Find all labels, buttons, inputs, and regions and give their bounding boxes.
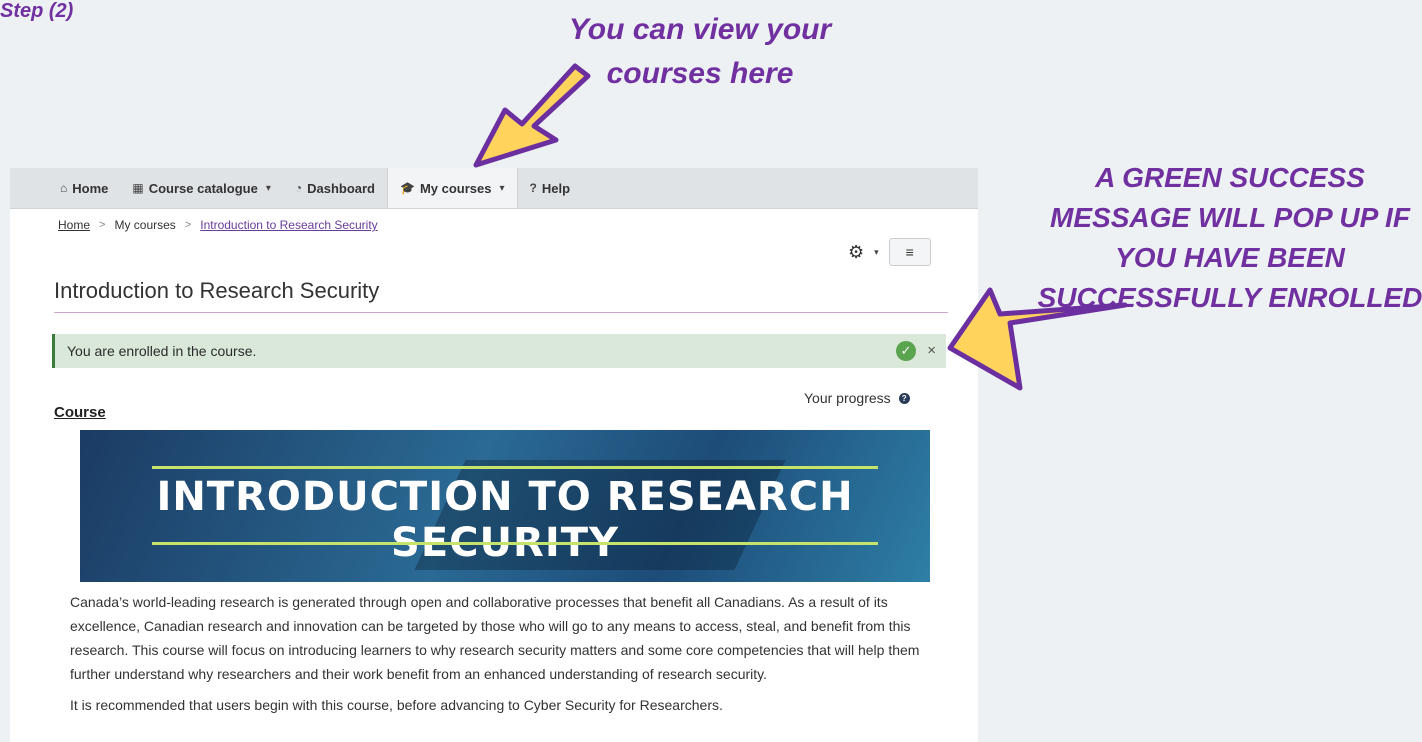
- success-alert: You are enrolled in the course. ✓ ×: [52, 334, 946, 368]
- nav-label: Dashboard: [307, 180, 375, 196]
- nav-my-courses[interactable]: 🎓 My courses ▾: [387, 168, 518, 208]
- question-icon: ?: [529, 181, 537, 195]
- chevron-down-icon: ▾: [265, 182, 271, 194]
- alert-message: You are enrolled in the course.: [67, 343, 257, 359]
- breadcrumb-separator: >: [99, 219, 106, 231]
- gear-icon[interactable]: ⚙: [848, 242, 864, 263]
- breadcrumb-home[interactable]: Home: [58, 218, 90, 232]
- banner-top-line: [152, 466, 878, 469]
- check-circle-icon: ✓: [896, 341, 916, 361]
- description-paragraph: Canada’s world-leading research is gener…: [70, 594, 920, 682]
- nav-dashboard[interactable]: ◔ Dashboard: [283, 168, 387, 208]
- breadcrumb: Home > My courses > Introduction to Rese…: [58, 218, 378, 232]
- help-icon[interactable]: ?: [898, 392, 910, 404]
- section-course-link[interactable]: Course: [54, 404, 106, 421]
- breadcrumb-course[interactable]: Introduction to Research Security: [200, 218, 377, 232]
- chevron-down-icon: ▾: [874, 246, 879, 257]
- nav-home[interactable]: ⌂ Home: [48, 168, 120, 208]
- breadcrumb-separator: >: [184, 219, 192, 231]
- success-callout: A GREEN SUCCESS MESSAGE WILL POP UP IF Y…: [1037, 162, 1422, 313]
- course-description: Canada’s world-leading research is gener…: [70, 590, 950, 724]
- nav-label: My courses: [419, 180, 492, 196]
- top-navbar: ⌂ Home ▦ Course catalogue ▾ ◔ Dashboard …: [10, 168, 978, 209]
- description-paragraph: It is recommended that users begin with …: [70, 697, 723, 713]
- nav-label: Help: [541, 180, 571, 196]
- nav-course-catalogue[interactable]: ▦ Course catalogue ▾: [120, 168, 282, 208]
- graduation-cap-icon: 🎓: [400, 181, 415, 195]
- banner-bottom-line: [152, 542, 878, 545]
- nav-label: Course catalogue: [148, 180, 258, 196]
- drawer-menu-button[interactable]: ≡: [888, 238, 931, 266]
- breadcrumb-my-courses: My courses: [114, 218, 176, 232]
- page-title: Introduction to Research Security: [54, 278, 948, 313]
- banner-title: INTRODUCTION TO RESEARCH SECURITY: [156, 474, 854, 566]
- courses-callout: You can view your courses here: [568, 13, 832, 90]
- course-banner: INTRODUCTION TO RESEARCH SECURITY: [80, 430, 930, 582]
- dashboard-icon: ◔: [294, 181, 303, 195]
- step-label: Step (2): [0, 0, 74, 22]
- progress-text: Your progress: [804, 390, 891, 406]
- close-icon[interactable]: ×: [927, 342, 936, 359]
- nav-label: Home: [72, 180, 109, 196]
- lms-screenshot: ⌂ Home ▦ Course catalogue ▾ ◔ Dashboard …: [10, 168, 978, 742]
- home-icon: ⌂: [60, 181, 68, 195]
- nav-help[interactable]: ? Help: [518, 168, 583, 208]
- grid-icon: ▦: [132, 181, 144, 195]
- page-tools: ⚙ ▾ ≡: [848, 238, 931, 266]
- chevron-down-icon: ▾: [499, 182, 505, 194]
- progress-label: Your progress ?: [804, 390, 910, 406]
